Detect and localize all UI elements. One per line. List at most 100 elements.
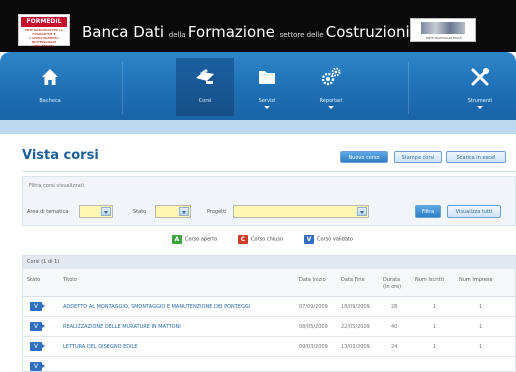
chevron-down-icon[interactable] <box>179 207 189 216</box>
open-course-icon: A <box>172 235 182 244</box>
state-glyph: V <box>33 363 39 370</box>
state-glyph: V <box>33 323 39 330</box>
title-word: Banca <box>82 23 134 41</box>
nav-divider <box>122 62 123 114</box>
nav-label: Strumenti <box>467 98 493 104</box>
course-title-link[interactable]: REALIZZAZIONE DELLE MURATURE IN MATTONI <box>63 324 181 330</box>
end-date: 22/05/2009 <box>341 324 370 330</box>
nav-item-corsi[interactable]: Corsi <box>176 58 234 116</box>
logo-text: FORMEDIL <box>21 17 67 27</box>
companies-count: 1 <box>479 304 483 310</box>
course-title-link[interactable]: LETTURA DEL DISEGNO EDILE <box>63 344 138 350</box>
legend-glyph: V <box>306 236 312 243</box>
table-header: Stato Titolo Data Inizio Data Fine Durat… <box>23 269 515 297</box>
tools-icon <box>471 68 489 86</box>
legend-label: Corso validato <box>317 236 353 243</box>
chevron-down-icon <box>328 106 334 109</box>
column-header-state[interactable]: Stato <box>27 277 40 284</box>
column-header-end[interactable]: Data Fine <box>341 277 365 284</box>
project-select[interactable] <box>233 205 369 218</box>
title-word: Formazione <box>187 23 280 41</box>
legend-validated: V Corso validato <box>304 235 353 247</box>
start-date: 08/05/2009 <box>299 324 328 330</box>
validated-course-icon: V <box>30 362 45 371</box>
nav-item-strumenti[interactable]: Strumenti <box>452 58 508 116</box>
state-glyph: V <box>33 303 39 310</box>
end-date: 13/03/2009 <box>341 344 370 350</box>
nav-label: Corsi <box>198 98 212 104</box>
state-select[interactable] <box>155 205 191 218</box>
validated-course-icon: V <box>30 342 45 351</box>
sponsor-logo[interactable]: ENTE NAZIONALE EDILE <box>410 18 476 42</box>
nav-item-servizi[interactable]: Servizi <box>238 58 296 116</box>
folder-icon <box>259 71 275 84</box>
area-select[interactable] <box>79 205 113 218</box>
duration: 24 <box>391 344 398 350</box>
formedil-logo[interactable]: FORMEDIL ENTE NAZIONALE PER LA FORMAZION… <box>18 14 70 48</box>
nav-label: Servizi <box>258 98 276 104</box>
legend-label: Corso chiuso <box>251 236 283 243</box>
duration: 40 <box>391 324 398 330</box>
app-header: FORMEDIL ENTE NAZIONALE PER LA FORMAZION… <box>0 0 516 52</box>
nav-item-reportari[interactable]: Reportari <box>300 58 362 116</box>
enrolled-count: 1 <box>433 324 437 330</box>
table-row[interactable]: V <box>23 357 515 371</box>
companies-count: 1 <box>479 324 483 330</box>
nav-item-bacheca[interactable]: Bacheca <box>22 58 78 116</box>
main-nav: Bacheca Corsi Servizi Reportari Strument… <box>0 52 516 120</box>
state-label: Stato <box>133 209 147 215</box>
area-label: Area di tematica <box>27 209 69 215</box>
print-courses-button[interactable]: Stampa corsi <box>394 151 442 163</box>
title-word: Costruzioni <box>325 23 410 41</box>
logo-subtitle: ENTE NAZIONALE PER LA FORMAZIONE E L'ADD… <box>25 28 63 48</box>
column-header-duration[interactable]: Durata (in ore) <box>383 277 407 291</box>
title-word: Dati <box>133 23 169 41</box>
sponsor-caption: ENTE NAZIONALE EDILE <box>426 36 462 40</box>
page-title: Vista corsi <box>22 148 99 163</box>
courses-icon <box>196 69 214 84</box>
title-word: della <box>168 31 188 39</box>
chevron-down-icon <box>264 106 270 109</box>
state-glyph: V <box>33 343 39 350</box>
legend-label: Corso aperto <box>185 236 218 243</box>
chevron-down-icon[interactable] <box>101 207 111 216</box>
enrolled-count: 1 <box>433 344 437 350</box>
column-header-title[interactable]: Titolo <box>63 277 77 284</box>
nav-label: Bacheca <box>39 98 61 104</box>
export-excel-button[interactable]: Scarica in excel <box>446 151 506 163</box>
validated-course-icon: V <box>304 235 314 244</box>
divider <box>22 171 516 172</box>
home-icon <box>42 69 58 85</box>
legend-closed: C Corso chiuso <box>238 235 283 247</box>
validated-course-icon: V <box>30 302 45 311</box>
legend-glyph: A <box>174 236 180 243</box>
new-course-button[interactable]: Nuovo corso <box>340 151 388 163</box>
companies-count: 1 <box>479 344 483 350</box>
duration: 28 <box>391 304 398 310</box>
validated-course-icon: V <box>30 322 45 331</box>
courses-table: Corsi (1 di 1) Stato Titolo Data Inizio … <box>22 255 516 372</box>
sponsor-image <box>421 22 465 34</box>
nav-label: Reportari <box>319 98 343 104</box>
chevron-down-icon[interactable] <box>357 207 367 216</box>
app-title: Banca Dati della Formazione settore dell… <box>82 22 410 41</box>
title-word: settore delle <box>279 31 326 39</box>
column-header-enrolled[interactable]: Num Iscritti <box>415 277 444 284</box>
filter-button[interactable]: Filtra <box>415 205 441 218</box>
table-row[interactable]: V REALIZZAZIONE DELLE MURATURE IN MATTON… <box>23 317 515 337</box>
filter-heading: Filtra corsi visualizzati <box>29 183 85 189</box>
start-date: 09/03/2009 <box>299 344 328 350</box>
legend-glyph: C <box>240 236 246 243</box>
table-row[interactable]: V ADDETTO AL MONTAGGIO, SMONTAGGIO E MAN… <box>23 297 515 317</box>
show-all-button[interactable]: Visualizza tutti <box>447 205 501 218</box>
column-header-companies[interactable]: Num Imprese <box>459 277 493 284</box>
filter-panel: Filtra corsi visualizzati Area di temati… <box>22 176 516 226</box>
start-date: 07/09/2009 <box>299 304 328 310</box>
column-header-start[interactable]: Data Inizio <box>299 277 326 284</box>
course-title-link[interactable]: ADDETTO AL MONTAGGIO, SMONTAGGIO E MANUT… <box>63 304 250 310</box>
table-row[interactable]: V LETTURA DEL DISEGNO EDILE 09/03/2009 1… <box>23 337 515 357</box>
end-date: 18/09/2009 <box>341 304 370 310</box>
nav-divider <box>408 62 409 114</box>
enrolled-count: 1 <box>433 304 437 310</box>
table-caption: Corsi (1 di 1) <box>23 256 515 269</box>
